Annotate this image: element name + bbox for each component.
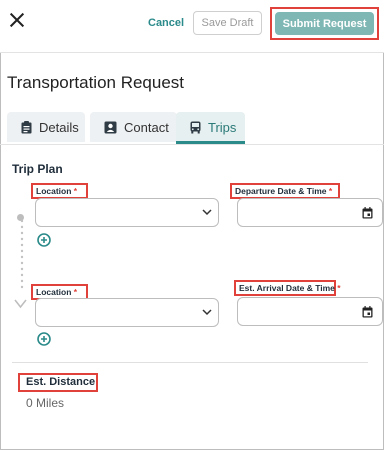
trip-plan-title: Trip Plan — [12, 162, 63, 176]
route-dotted-line — [20, 219, 24, 289]
top-action-bar: Cancel Save Draft Submit Request — [0, 0, 384, 53]
location-label-1: Location * — [31, 183, 88, 199]
departure-datetime-input[interactable] — [237, 198, 383, 227]
calendar-icon[interactable] — [362, 306, 373, 318]
label-text: Location — [36, 186, 72, 196]
bus-icon — [190, 121, 201, 133]
cancel-button[interactable]: Cancel — [148, 17, 184, 29]
add-stop-icon[interactable] — [37, 332, 51, 346]
tab-label: Trips — [208, 119, 237, 135]
submit-request-button[interactable]: Submit Request — [275, 12, 374, 35]
tab-contact[interactable]: Contact — [90, 112, 177, 142]
tab-trips[interactable]: Trips — [176, 112, 245, 142]
required-mark: * — [328, 186, 333, 196]
arrival-label: Est. Arrival Date & Time * — [234, 280, 341, 296]
required-mark: * — [73, 186, 78, 196]
tab-label: Details — [39, 119, 79, 135]
route-end-chevron-icon — [14, 299, 27, 309]
chevron-down-icon — [202, 309, 212, 316]
label-text: Location — [36, 287, 72, 297]
location-select-2[interactable] — [35, 298, 219, 327]
contact-card-icon — [104, 121, 117, 133]
departure-label: Departure Date & Time * — [230, 183, 340, 199]
chevron-down-icon — [202, 209, 212, 216]
est-distance-value: 0 Miles — [26, 396, 65, 410]
required-mark: * — [337, 283, 341, 293]
calendar-icon[interactable] — [362, 207, 373, 219]
add-stop-icon[interactable] — [37, 233, 51, 247]
tabs-divider — [0, 144, 384, 145]
tab-label: Contact — [124, 119, 169, 135]
tab-details[interactable]: Details — [7, 112, 85, 142]
location-select-1[interactable] — [35, 198, 219, 227]
clipboard-icon — [21, 120, 32, 133]
save-draft-button[interactable]: Save Draft — [193, 11, 262, 35]
submit-highlight: Submit Request — [270, 7, 379, 40]
est-distance-label: Est. Distance — [18, 373, 98, 392]
page-title: Transportation Request — [7, 73, 185, 92]
arrival-datetime-input[interactable] — [237, 297, 383, 326]
close-icon[interactable] — [9, 12, 25, 28]
section-divider — [12, 362, 368, 363]
label-text: Est. Arrival Date & Time — [239, 283, 335, 293]
label-text: Departure Date & Time — [235, 186, 327, 196]
required-mark: * — [73, 287, 78, 297]
